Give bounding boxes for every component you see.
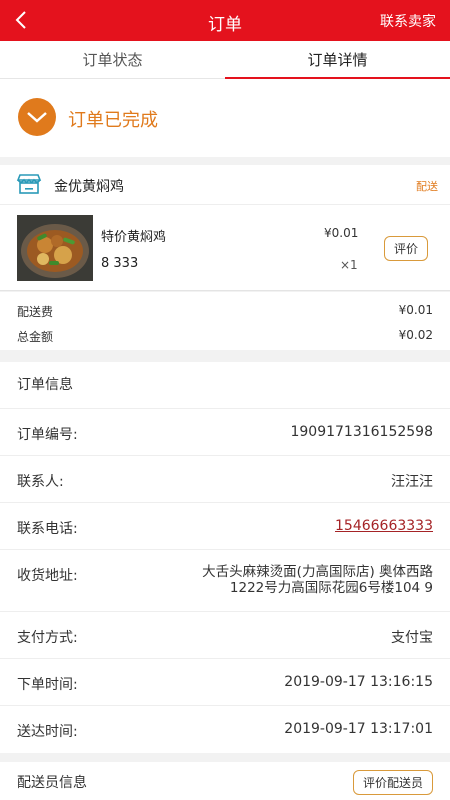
tab-order-details[interactable]: 订单详情: [225, 41, 450, 80]
tab-bar: 订单状态 订单详情: [0, 41, 450, 80]
courier-info-section: 配送员信息 评价配送员: [0, 762, 450, 800]
delivered-time-value: 2019-09-17 13:17:01: [284, 721, 433, 737]
address-value: 大舌头麻辣烫面(力高国际店) 奥体西路 1222号力高国际花园6号楼104 9: [202, 564, 433, 596]
total-amount-value: ¥0.02: [398, 328, 433, 342]
order-info-section: 订单信息 订单编号: 1909171316152598 联系人: 汪汪汪 联系电…: [0, 362, 450, 753]
tab-order-status[interactable]: 订单状态: [0, 41, 225, 79]
tab-order-details-label: 订单详情: [307, 51, 368, 69]
payment-method-row: 支付方式: 支付宝: [0, 612, 450, 659]
contact-person-label: 联系人:: [17, 474, 64, 490]
contact-person-value: 汪汪汪: [391, 474, 433, 490]
delivery-fee-value: ¥0.01: [398, 303, 433, 317]
delivery-tag: 配送: [416, 180, 438, 193]
total-amount-row: 总金额 ¥0.02: [17, 328, 433, 345]
shop-card: 金优黄焖鸡 配送 特价黄焖鸡 ¥0.01 8 333 ×1 评价: [0, 165, 450, 291]
item-quantity: ×1: [340, 258, 358, 272]
rate-courier-button[interactable]: 评价配送员: [352, 770, 433, 795]
top-bar: 订单 联系卖家: [0, 0, 450, 41]
contact-person-row: 联系人: 汪汪汪: [0, 456, 450, 503]
order-info-title: 订单信息: [0, 362, 450, 409]
item-name: 特价黄焖鸡: [101, 230, 167, 245]
delivered-time-label: 送达时间:: [17, 724, 78, 740]
order-number-label: 订单编号:: [17, 427, 78, 443]
contact-phone-row: 联系电话: 15466663333: [0, 503, 450, 550]
order-time-label: 下单时间:: [17, 677, 78, 693]
fee-summary: 配送费 ¥0.01 总金额 ¥0.02: [0, 292, 450, 350]
delivery-fee-row: 配送费 ¥0.01: [17, 303, 433, 320]
store-icon: [16, 174, 42, 194]
rate-item-button[interactable]: 评价: [384, 236, 429, 261]
delivered-time-row: 送达时间: 2019-09-17 13:17:01: [0, 706, 450, 753]
courier-info-title: 配送员信息: [17, 775, 87, 791]
order-number-value: 1909171316152598: [290, 424, 433, 440]
order-time-value: 2019-09-17 13:16:15: [284, 674, 433, 690]
shop-header: 金优黄焖鸡 配送: [0, 165, 450, 205]
address-line-1: 大舌头麻辣烫面(力高国际店) 奥体西路: [202, 564, 433, 580]
shop-name[interactable]: 金优黄焖鸡: [54, 176, 124, 196]
dish-thumbnail: [17, 215, 93, 281]
address-label: 收货地址:: [17, 568, 78, 584]
contact-phone-link[interactable]: 15466663333: [335, 518, 433, 534]
delivery-fee-label: 配送费: [17, 305, 54, 319]
order-item: 特价黄焖鸡 ¥0.01 8 333 ×1: [0, 205, 450, 291]
order-time-row: 下单时间: 2019-09-17 13:16:15: [0, 659, 450, 706]
order-number-row: 订单编号: 1909171316152598: [0, 409, 450, 456]
order-status-text: 订单已完成: [68, 110, 158, 131]
contact-seller-button[interactable]: 联系卖家: [380, 11, 436, 31]
check-circle-icon: [18, 98, 56, 136]
item-price: ¥0.01: [324, 226, 359, 240]
address-line-2: 1222号力高国际花园6号楼104 9: [229, 580, 433, 596]
order-status-card: 订单已完成: [0, 79, 450, 157]
contact-phone-label: 联系电话:: [17, 521, 78, 537]
total-amount-label: 总金额: [17, 330, 54, 344]
item-subtext: 8 333: [101, 256, 139, 271]
payment-method-label: 支付方式:: [17, 630, 78, 646]
payment-method-value: 支付宝: [391, 630, 433, 646]
address-row: 收货地址: 大舌头麻辣烫面(力高国际店) 奥体西路 1222号力高国际花园6号楼…: [0, 550, 450, 612]
